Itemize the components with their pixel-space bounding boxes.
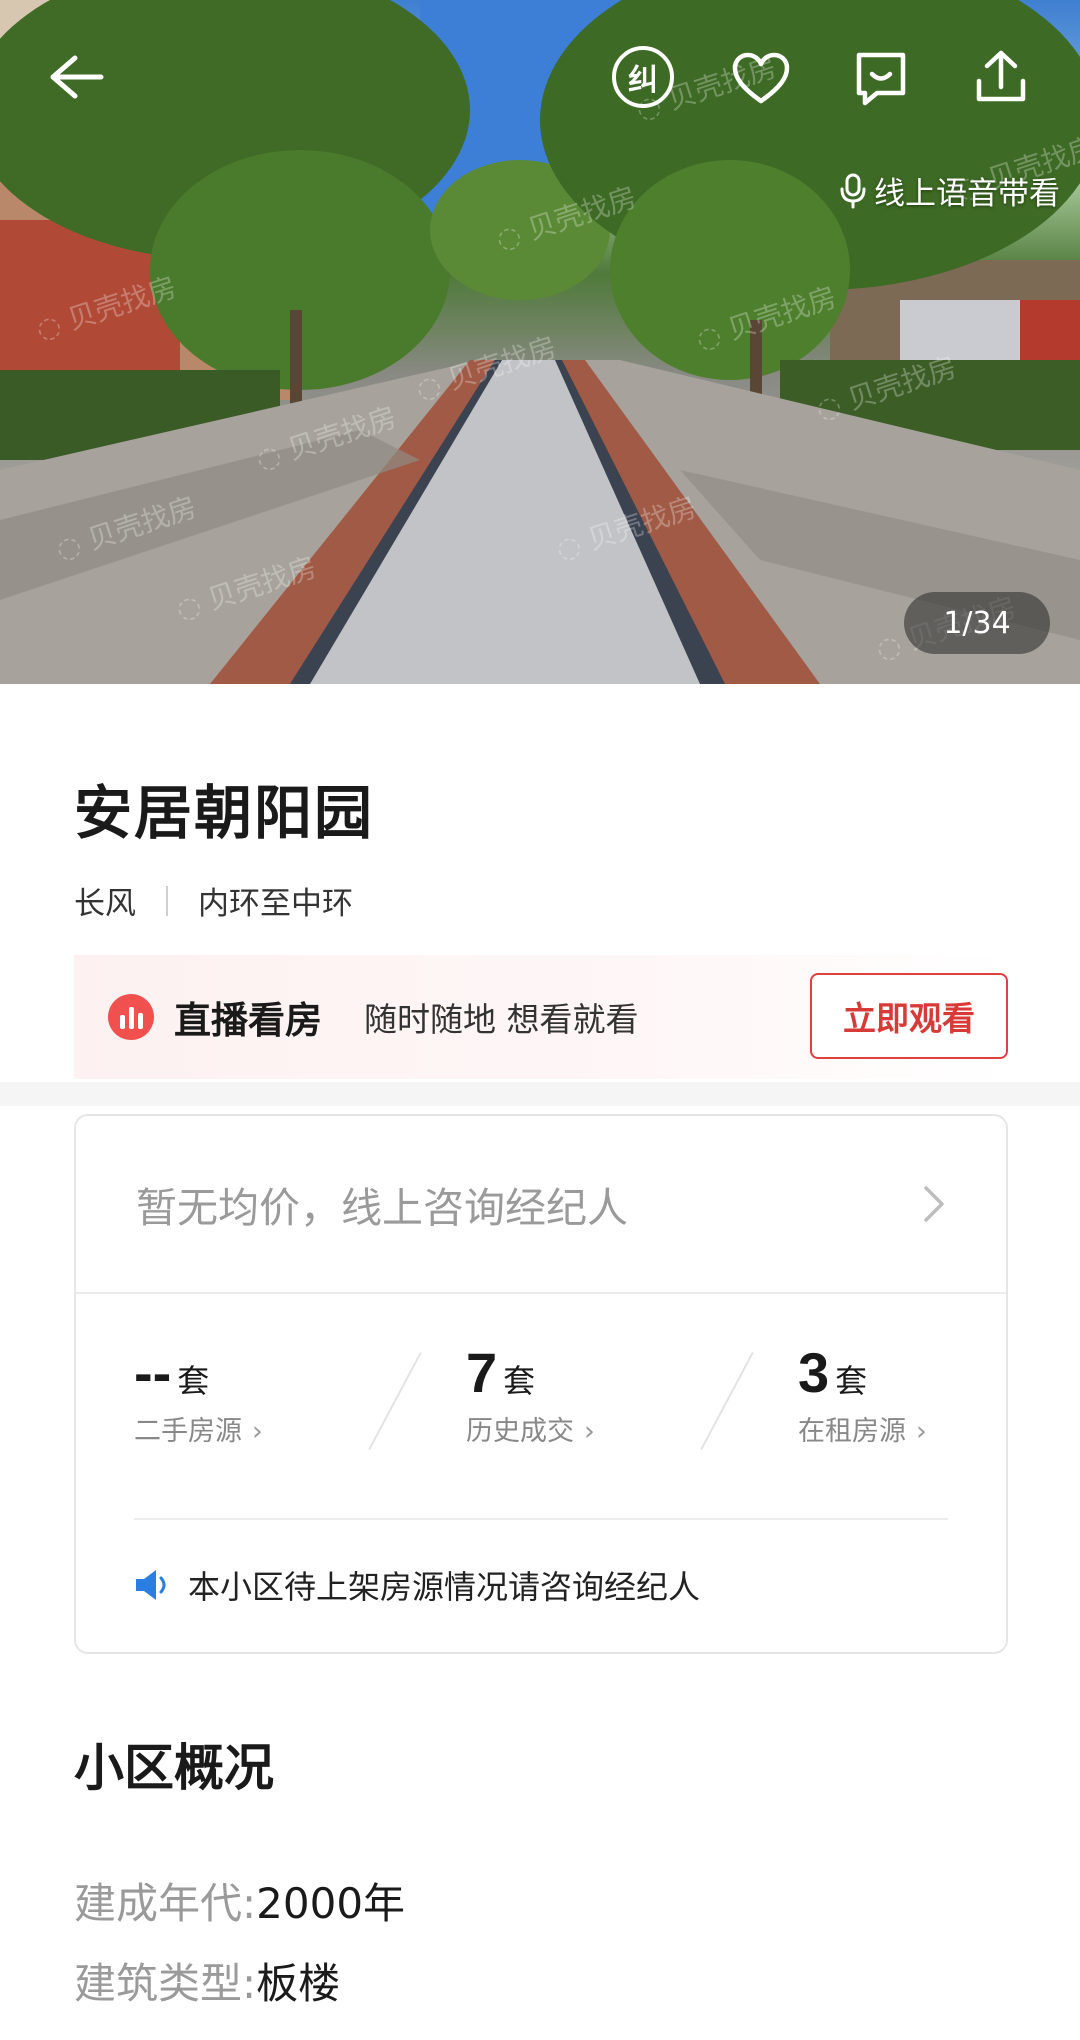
- chevron-right-icon: ›: [584, 1416, 595, 1447]
- voice-tour-label: 线上语音带看: [874, 176, 1060, 212]
- heart-icon[interactable]: [728, 46, 794, 112]
- chat-icon[interactable]: [848, 46, 914, 112]
- district-label: 长风: [74, 886, 136, 922]
- overview-row-build-year: 建成年代:2000年: [74, 1870, 405, 1931]
- chevron-right-icon: ›: [916, 1416, 927, 1447]
- location-row: 长风 内环至中环: [74, 878, 374, 923]
- average-price-row[interactable]: 暂无均价，线上咨询经纪人: [76, 1116, 1006, 1294]
- location-divider: [166, 885, 168, 916]
- live-icon: [108, 994, 154, 1040]
- live-slogan: 随时随地 想看就看: [364, 1000, 639, 1039]
- hero-photo[interactable]: ◌ 贝壳找房 ◌ 贝壳找房 ◌ 贝壳找房 ◌ 贝壳找房 ◌ 贝壳找房 ◌ 贝壳找房 ◌ 贝壳…: [0, 0, 1080, 684]
- notice-text: 本小区待上架房源情况请咨询经纪人: [188, 1568, 701, 1606]
- stat-unit: 套: [177, 1362, 210, 1400]
- back-arrow-icon[interactable]: [40, 42, 110, 112]
- overview-key: 建成年代:: [74, 1879, 257, 1928]
- voice-tour-button[interactable]: 线上语音带看: [840, 168, 1060, 213]
- stat-value: --: [134, 1341, 172, 1404]
- overview-row-building-type: 建筑类型:板楼: [74, 1950, 340, 2011]
- correction-icon[interactable]: 纠: [610, 44, 676, 110]
- image-page-counter: 1/34: [904, 592, 1050, 654]
- stat-secondhand[interactable]: -- 套 二手房源 ›: [134, 1340, 263, 1448]
- ring-label: 内环至中环: [198, 886, 353, 922]
- stat-label: 历史成交: [466, 1416, 574, 1447]
- stat-label: 在租房源: [798, 1416, 906, 1447]
- stat-label: 二手房源: [134, 1416, 242, 1447]
- community-header: 安居朝阳园 长风 内环至中环: [74, 766, 374, 923]
- stat-rentals[interactable]: 3套 在租房源 ›: [798, 1340, 927, 1448]
- live-viewing-banner[interactable]: 直播看房 随时随地 想看就看 立即观看: [74, 955, 1008, 1079]
- stat-history-deals[interactable]: 7套 历史成交 ›: [466, 1340, 595, 1448]
- listing-notice: 本小区待上架房源情况请咨询经纪人: [134, 1562, 700, 1608]
- correction-glyph: 纠: [628, 63, 658, 98]
- overview-title: 小区概况: [74, 1739, 274, 1797]
- community-name: 安居朝阳园: [74, 779, 375, 847]
- chevron-right-icon: ›: [252, 1416, 263, 1447]
- stats-row: -- 套 二手房源 › 7套 历史成交 › 3套 在租房源 ›: [76, 1296, 1006, 1496]
- speaker-icon: [136, 1570, 166, 1600]
- average-price-text: 暂无均价，线上咨询经纪人: [136, 1184, 628, 1232]
- microphone-icon: [840, 173, 866, 208]
- watch-now-button[interactable]: 立即观看: [810, 973, 1008, 1059]
- stats-card: 暂无均价，线上咨询经纪人 -- 套 二手房源 › 7套 历史成交 › 3套 在租房源 ›…: [74, 1114, 1008, 1654]
- share-icon[interactable]: [968, 44, 1034, 110]
- section-separator: [0, 1082, 1080, 1106]
- stat-value: 3: [798, 1341, 830, 1404]
- card-divider: [134, 1518, 948, 1520]
- stat-unit: 套: [503, 1362, 536, 1400]
- overview-key: 建筑类型:: [74, 1959, 257, 2008]
- stat-value: 7: [466, 1341, 498, 1404]
- overview-value: 板楼: [256, 1959, 341, 2008]
- live-title: 直播看房: [174, 999, 322, 1042]
- overview-value: 2000年: [256, 1879, 406, 1928]
- chevron-right-icon: [924, 1186, 944, 1222]
- stat-unit: 套: [835, 1362, 868, 1400]
